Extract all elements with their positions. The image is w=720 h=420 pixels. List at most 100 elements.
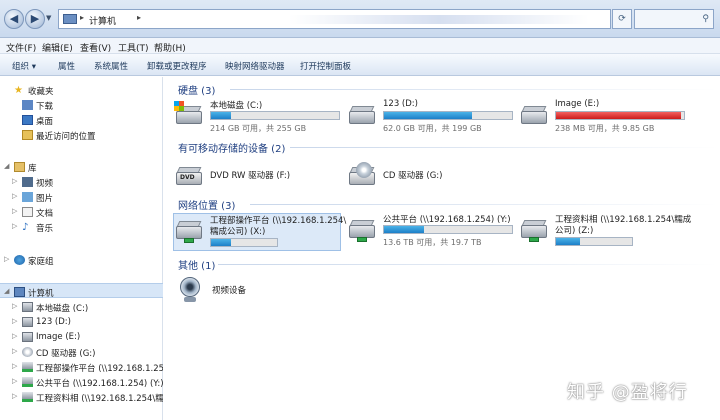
breadcrumb-computer[interactable]: 计算机 xyxy=(89,14,116,27)
nav-pictures[interactable]: ▷ 图片 xyxy=(0,189,163,204)
desktop-icon xyxy=(22,115,33,125)
group-other[interactable]: 其他 (1) xyxy=(178,257,718,272)
drive-name-line2: 公司) (Z:) xyxy=(555,226,594,236)
forward-arrow-icon[interactable]: ▶ xyxy=(25,9,45,29)
group-hard-disks[interactable]: 硬盘 (3) xyxy=(178,82,718,97)
address-bar[interactable]: ▸ 计算机 ▸ xyxy=(58,9,611,29)
command-bar: 组织 ▾ 属性 系统属性 卸载或更改程序 映射网络驱动器 打开控制面板 xyxy=(0,54,720,76)
drive-free-space: 238 MB 可用，共 9.85 GB xyxy=(555,124,655,133)
nav-drive-z[interactable]: ▷ 工程资料相 (\\192.168.1.254\糯成 xyxy=(0,389,163,404)
drive-name: Image (E:) xyxy=(555,99,600,109)
expand-arrow-icon[interactable]: ▷ xyxy=(12,222,17,230)
system-properties-button[interactable]: 系统属性 xyxy=(94,60,128,72)
history-dropdown-icon[interactable]: ▼ xyxy=(46,14,51,22)
expand-arrow-icon[interactable]: ▷ xyxy=(12,302,17,310)
hdd-icon xyxy=(22,332,33,342)
breadcrumb-separator[interactable]: ▸ xyxy=(137,13,141,22)
expand-arrow-icon[interactable]: ▷ xyxy=(4,255,9,263)
drive-usage-bar xyxy=(555,111,685,120)
drive-usage-bar xyxy=(555,237,633,246)
video-library-icon xyxy=(22,177,33,187)
group-divider xyxy=(218,264,718,265)
group-divider xyxy=(250,204,718,205)
video-device[interactable]: 视频设备 xyxy=(176,275,326,313)
nav-drive-g[interactable]: ▷ CD 驱动器 (G:) xyxy=(0,344,163,359)
expand-arrow-icon[interactable]: ▷ xyxy=(12,207,17,215)
expand-arrow-icon[interactable]: ◢ xyxy=(4,162,9,170)
network-drive-icon xyxy=(519,215,549,242)
network-drive-icon xyxy=(347,215,377,242)
drive-c[interactable]: 本地磁盘 (C:) 214 GB 可用，共 255 GB xyxy=(174,99,342,137)
computer-icon xyxy=(63,14,77,24)
expand-arrow-icon[interactable]: ▷ xyxy=(12,392,17,400)
cd-drive-icon xyxy=(347,162,377,188)
expand-arrow-icon[interactable]: ▷ xyxy=(12,317,17,325)
open-control-panel-button[interactable]: 打开控制面板 xyxy=(300,60,351,72)
drive-x-network[interactable]: 工程部操作平台 (\\192.168.1.254\ 糯成公司) (X:) xyxy=(173,213,346,251)
blurred-region xyxy=(289,15,589,24)
nav-homegroup[interactable]: ▷ 家庭组 xyxy=(0,252,163,267)
drive-free-space: 62.0 GB 可用，共 199 GB xyxy=(383,124,482,133)
search-box[interactable]: ⚲ xyxy=(634,9,714,29)
drive-y-network[interactable]: 公共平台 (\\192.168.1.254) (Y:) 13.6 TB 可用，共… xyxy=(347,213,515,251)
nav-favorites[interactable]: ★ 收藏夹 xyxy=(0,82,163,97)
expand-arrow-icon[interactable]: ▷ xyxy=(12,362,17,370)
back-arrow-icon[interactable]: ◀ xyxy=(4,9,24,29)
menu-tools[interactable]: 工具(T) xyxy=(118,41,149,54)
nav-music[interactable]: ▷ ♪ 音乐 xyxy=(0,219,163,234)
group-title: 硬盘 (3) xyxy=(178,86,216,97)
watermark-text: 知乎 @盈将行 xyxy=(567,382,688,403)
documents-library-icon xyxy=(22,207,33,217)
nav-desktop[interactable]: 桌面 xyxy=(0,112,163,127)
menu-file[interactable]: 文件(F) xyxy=(6,41,36,54)
drive-usage-bar xyxy=(210,238,278,247)
refresh-icon[interactable]: ⟳ xyxy=(612,9,632,29)
nav-drive-x[interactable]: ▷ 工程部操作平台 (\\192.168.1.254\ xyxy=(0,359,163,374)
group-network-locations[interactable]: 网络位置 (3) xyxy=(178,197,718,212)
organize-button[interactable]: 组织 ▾ xyxy=(12,60,36,72)
nav-drive-e[interactable]: ▷ Image (E:) xyxy=(0,329,163,344)
nav-documents[interactable]: ▷ 文档 xyxy=(0,204,163,219)
music-library-icon: ♪ xyxy=(22,222,29,233)
group-divider xyxy=(230,89,718,90)
drive-e[interactable]: Image (E:) 238 MB 可用，共 9.85 GB xyxy=(519,99,689,137)
nav-videos[interactable]: ▷ 视频 xyxy=(0,174,163,189)
drive-z-network[interactable]: 工程资料相 (\\192.168.1.254\糯成 公司) (Z:) xyxy=(519,213,699,251)
device-name: 视频设备 xyxy=(212,286,247,296)
webcam-icon xyxy=(176,277,206,303)
nav-libraries[interactable]: ◢ 库 xyxy=(0,159,163,174)
expand-arrow-icon[interactable]: ▷ xyxy=(12,177,17,185)
map-network-drive-button[interactable]: 映射网络驱动器 xyxy=(225,60,285,72)
drive-usage-fill xyxy=(556,238,580,245)
nav-drive-d[interactable]: ▷ 123 (D:) xyxy=(0,314,163,329)
nav-drive-c[interactable]: ▷ 本地磁盘 (C:) xyxy=(0,299,163,314)
nav-drive-y[interactable]: ▷ 公共平台 (\\192.168.1.254) (Y:) xyxy=(0,374,163,389)
collapse-arrow-icon[interactable]: ◢ xyxy=(4,287,9,295)
group-removable[interactable]: 有可移动存储的设备 (2) xyxy=(178,140,718,155)
menu-bar: 文件(F) 编辑(E) 查看(V) 工具(T) 帮助(H) xyxy=(0,38,720,54)
expand-arrow-icon[interactable]: ▷ xyxy=(12,332,17,340)
homegroup-icon xyxy=(14,255,25,265)
breadcrumb-separator[interactable]: ▸ xyxy=(80,13,84,22)
drive-f-dvd[interactable]: DVD DVD RW 驱动器 (F:) xyxy=(174,160,342,198)
nav-downloads[interactable]: 下载 xyxy=(0,97,163,112)
drive-name: 本地磁盘 (C:) xyxy=(210,101,263,111)
network-drive-icon xyxy=(174,216,204,243)
recent-places-icon xyxy=(22,130,33,140)
nav-recent-places[interactable]: 最近访问的位置 xyxy=(0,127,163,142)
nav-computer[interactable]: ◢ 计算机 xyxy=(0,283,163,299)
properties-button[interactable]: 属性 xyxy=(58,60,75,72)
menu-view[interactable]: 查看(V) xyxy=(80,41,111,54)
expand-arrow-icon[interactable]: ▷ xyxy=(12,377,17,385)
uninstall-program-button[interactable]: 卸载或更改程序 xyxy=(147,60,207,72)
network-drive-icon xyxy=(22,377,33,387)
pictures-library-icon xyxy=(22,192,33,202)
drive-d[interactable]: 123 (D:) 62.0 GB 可用，共 199 GB xyxy=(347,99,515,137)
menu-help[interactable]: 帮助(H) xyxy=(154,41,186,54)
expand-arrow-icon[interactable]: ▷ xyxy=(12,192,17,200)
menu-edit[interactable]: 编辑(E) xyxy=(42,41,73,54)
drive-g-cd[interactable]: CD 驱动器 (G:) xyxy=(347,160,515,198)
network-drive-icon xyxy=(22,392,33,402)
drive-name: 公共平台 (\\192.168.1.254) (Y:) xyxy=(383,215,511,225)
expand-arrow-icon[interactable]: ▷ xyxy=(12,347,17,355)
